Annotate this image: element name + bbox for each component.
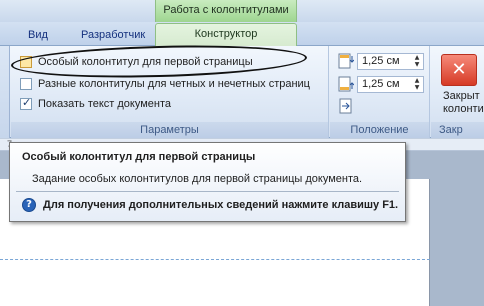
tooltip-separator <box>16 191 399 192</box>
option-odd-even[interactable]: Разные колонтитулы для четных и нечетных… <box>20 76 310 92</box>
close-icon: ✕ <box>451 59 467 80</box>
tab-developer[interactable]: Разработчик <box>81 25 145 46</box>
tooltip-description: Задание особых колонтитулов для первой с… <box>32 173 363 185</box>
header-spinner-arrows[interactable]: ▲ ▼ <box>412 54 422 69</box>
odd-even-label: Разные колонтитулы для четных и нечетных… <box>38 78 310 90</box>
title-bar: Работа с колонтитулами <box>0 0 484 22</box>
ribbon-body: Особый колонтитул для первой страницы Ра… <box>0 42 484 138</box>
insert-alignment-tab-icon[interactable] <box>338 98 354 114</box>
help-icon: ? <box>22 198 36 212</box>
screen-tip: Особый колонтитул для первой страницы За… <box>9 142 406 222</box>
close-header-footer-button[interactable]: ✕ <box>441 54 477 86</box>
group-caption-close: Закр <box>431 122 484 138</box>
footer-from-bottom-value: 1,25 см <box>362 77 400 90</box>
tab-constructor[interactable]: Конструктор <box>155 23 297 47</box>
header-top-icon <box>338 53 354 69</box>
tooltip-title: Особый колонтитул для первой страницы <box>22 151 256 163</box>
show-text-label: Показать текст документа <box>38 98 172 110</box>
tooltip-help-text: Для получения дополнительных сведений на… <box>43 199 399 211</box>
header-from-top-input[interactable]: 1,25 см ▲ ▼ <box>357 52 424 70</box>
group-caption-parameters: Параметры <box>11 122 328 138</box>
ribbon-left-edge <box>0 46 10 138</box>
ribbon-tab-row: Вид Разработчик Конструктор <box>0 22 484 47</box>
group-position: 1,25 см ▲ ▼ 1,25 см ▲ ▼ Положение <box>330 46 430 138</box>
footer-bottom-icon <box>338 76 354 92</box>
header-position-row: 1,25 см ▲ ▼ <box>338 52 424 70</box>
page-margin-area <box>430 151 484 306</box>
contextual-tab-header: Работа с колонтитулами <box>155 0 297 22</box>
group-caption-position: Положение <box>330 122 429 138</box>
group-close: ✕ Закрыт колонти Закр <box>431 46 484 138</box>
footer-spinner-arrows[interactable]: ▲ ▼ <box>412 77 422 92</box>
header-boundary-line <box>0 259 430 260</box>
option-show-document-text[interactable]: Показать текст документа <box>20 96 171 112</box>
show-text-checkbox[interactable] <box>20 96 32 110</box>
group-parameters: Особый колонтитул для первой страницы Ра… <box>10 42 329 138</box>
footer-from-bottom-input[interactable]: 1,25 см ▲ ▼ <box>357 75 424 93</box>
close-label-line2: колонти <box>443 103 484 115</box>
tab-view[interactable]: Вид <box>28 25 48 46</box>
header-from-top-value: 1,25 см <box>362 54 400 67</box>
odd-even-checkbox[interactable] <box>20 78 32 90</box>
footer-position-row: 1,25 см ▲ ▼ <box>338 75 424 93</box>
close-label-line1: Закрыт <box>443 90 480 102</box>
close-button-label: Закрыт колонти <box>443 90 484 116</box>
insert-alignment-tab-row[interactable] <box>338 97 357 115</box>
tooltip-help-row: ? Для получения дополнительных сведений … <box>22 198 398 212</box>
